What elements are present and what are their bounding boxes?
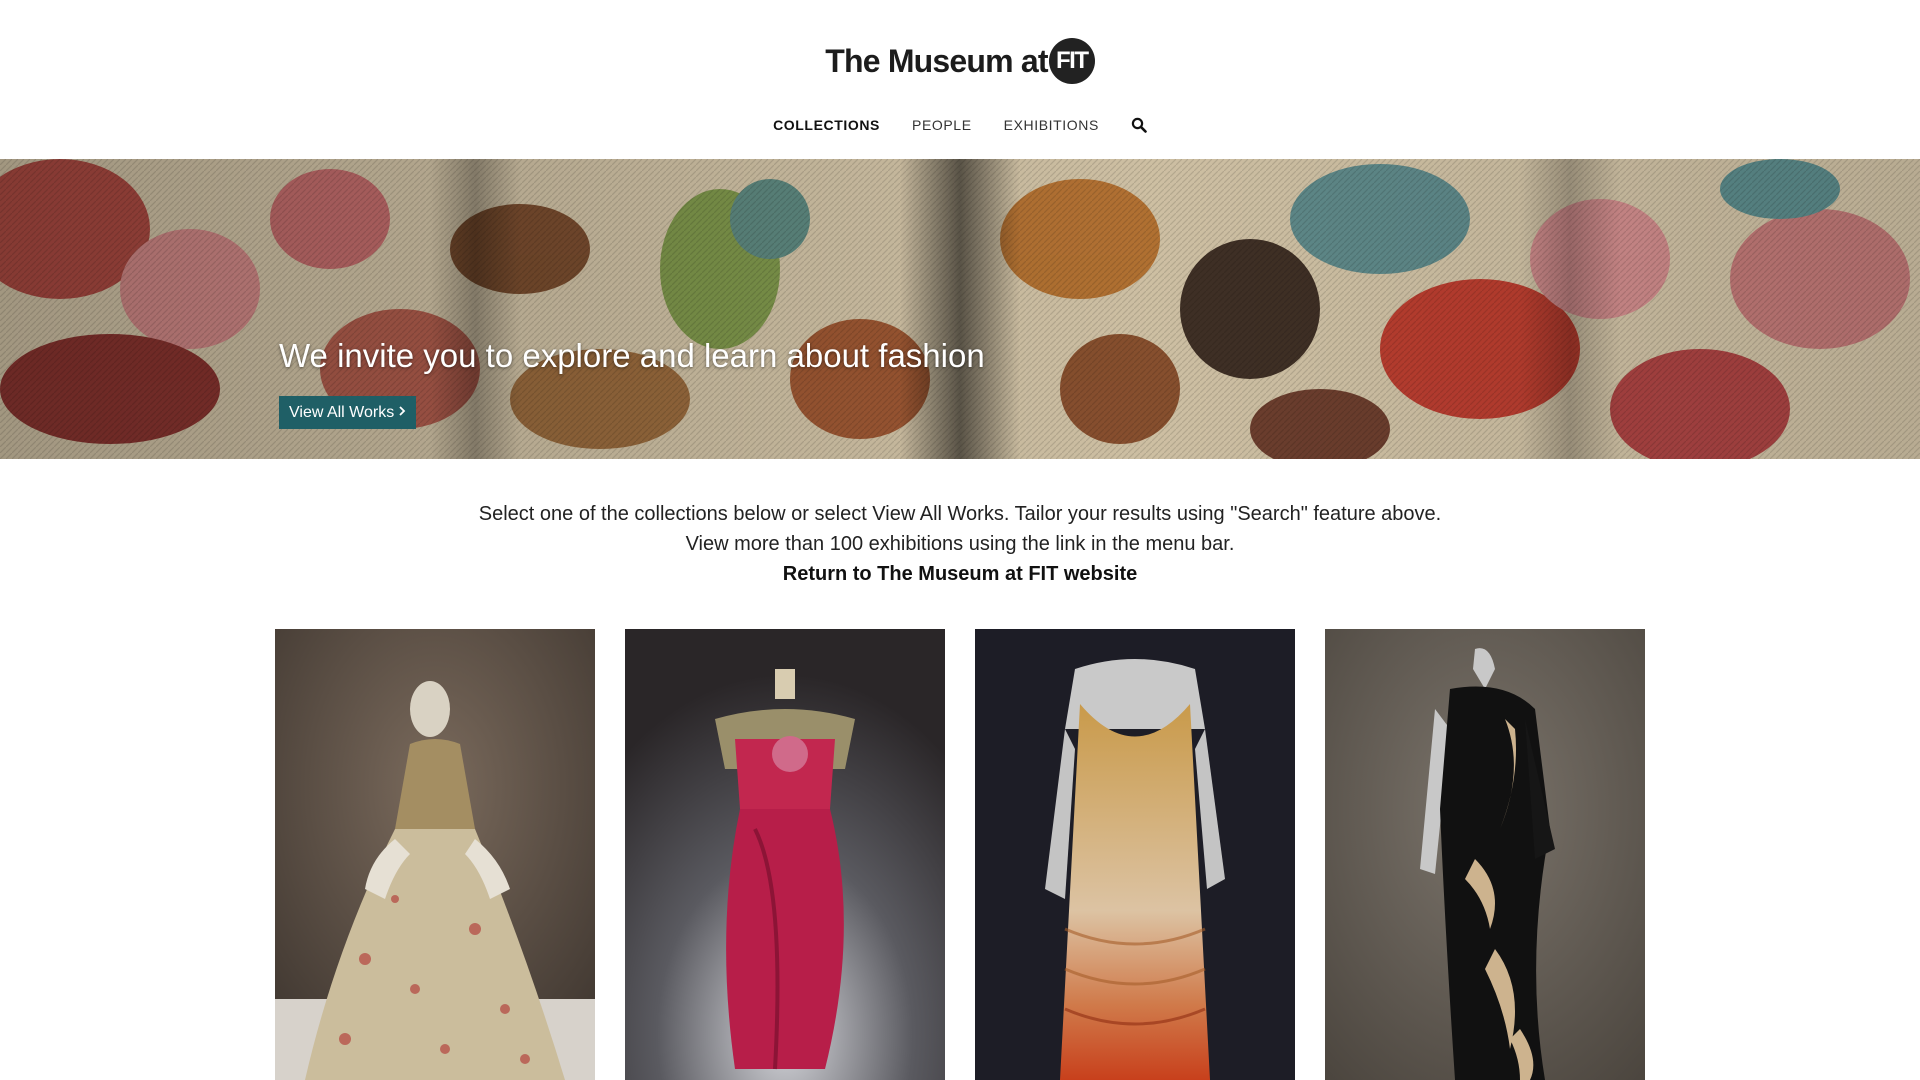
logo-fit-badge: FIT xyxy=(1048,38,1095,84)
museum-logo[interactable]: The Museum at FIT xyxy=(0,38,1920,84)
view-all-works-label: View All Works xyxy=(289,403,395,421)
chevron-right-icon xyxy=(398,404,406,422)
hero-title: We invite you to explore and learn about… xyxy=(279,337,985,374)
logo-text: The Museum at xyxy=(825,42,1048,79)
nav-exhibitions[interactable]: EXHIBITIONS xyxy=(1004,117,1099,133)
intro-text: Select one of the collections below or s… xyxy=(0,499,1920,589)
collection-card[interactable] xyxy=(975,629,1295,1080)
view-all-works-button[interactable]: View All Works xyxy=(279,396,417,429)
site-header: The Museum at FIT COLLECTIONS PEOPLE EXH… xyxy=(0,0,1920,159)
intro-line-1: Select one of the collections below or s… xyxy=(478,503,1442,525)
black-evening-gown-photo xyxy=(1325,629,1645,1080)
intro-line-2: View more than 100 exhibitions using the… xyxy=(685,533,1235,555)
collection-card[interactable] xyxy=(625,629,945,1080)
nav-people[interactable]: PEOPLE xyxy=(912,117,972,133)
collection-cards xyxy=(275,629,1645,1080)
search-icon[interactable] xyxy=(1131,117,1147,133)
collection-card[interactable] xyxy=(1325,629,1645,1080)
floral-brocade-gown-photo xyxy=(275,629,595,1080)
collection-card[interactable] xyxy=(275,629,595,1080)
nav-collections[interactable]: COLLECTIONS xyxy=(773,117,880,133)
main-nav: COLLECTIONS PEOPLE EXHIBITIONS xyxy=(0,117,1920,133)
magenta-draped-gown-photo xyxy=(625,629,945,1080)
return-to-website-link[interactable]: Return to The Museum at FIT website xyxy=(0,559,1920,589)
beaded-flapper-dress-photo xyxy=(975,629,1295,1080)
